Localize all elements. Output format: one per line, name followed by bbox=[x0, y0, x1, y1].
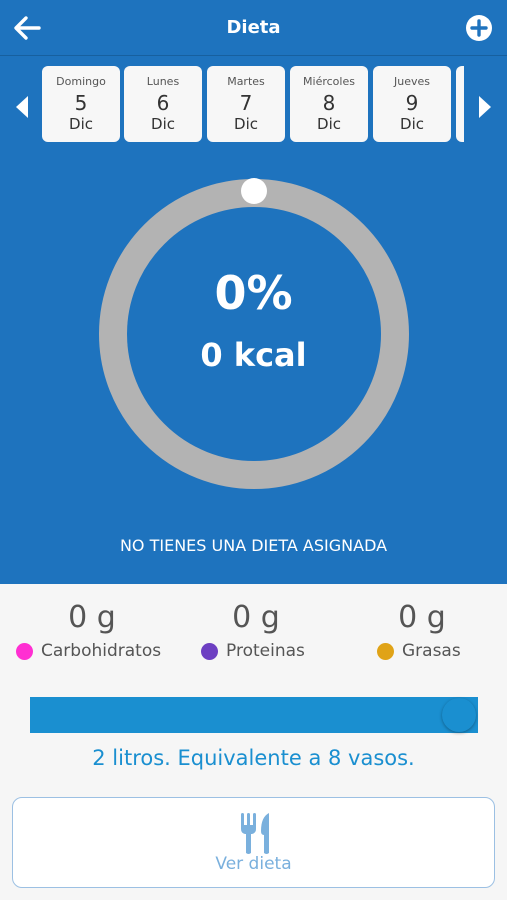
day-selector: Domingo 5 Dic Lunes 6 Dic Martes 7 Dic M… bbox=[40, 66, 464, 144]
view-diet-button[interactable]: Ver dieta bbox=[12, 797, 495, 888]
water-slider-knob[interactable] bbox=[442, 698, 476, 732]
day-name: Domingo bbox=[56, 75, 106, 88]
day-month: Dic bbox=[317, 115, 341, 133]
page-title: Dieta bbox=[226, 17, 281, 38]
view-diet-label: Ver dieta bbox=[215, 854, 292, 874]
carbs-color-dot bbox=[16, 642, 33, 660]
day-number: 7 bbox=[239, 91, 253, 115]
protein-color-dot bbox=[201, 642, 218, 660]
day-card-miercoles[interactable]: Miércoles 8 Dic bbox=[290, 66, 368, 142]
macro-label: Grasas bbox=[377, 641, 467, 661]
day-month: Dic bbox=[234, 115, 258, 133]
macro-label: Proteinas bbox=[201, 641, 311, 661]
macros-summary: 0 g Carbohidratos 0 g Proteinas 0 g Gras… bbox=[0, 600, 507, 670]
app-bar: Dieta bbox=[0, 0, 507, 56]
day-number: 6 bbox=[156, 91, 170, 115]
next-week-arrow[interactable] bbox=[475, 94, 495, 120]
day-name: Martes bbox=[227, 75, 265, 88]
day-card-next-partial[interactable] bbox=[456, 66, 464, 142]
ring-progress-knob bbox=[241, 178, 267, 204]
macro-label: Carbohidratos bbox=[16, 641, 168, 661]
fat-color-dot bbox=[377, 642, 394, 660]
day-card-jueves[interactable]: Jueves 9 Dic bbox=[373, 66, 451, 142]
day-name: Jueves bbox=[394, 75, 430, 88]
plus-circle-icon[interactable] bbox=[465, 14, 493, 42]
calorie-count: 0 kcal bbox=[200, 336, 307, 374]
header-panel: Dieta Domingo 5 Dic Lunes 6 Dic Martes 7… bbox=[0, 0, 507, 584]
macro-proteinas: 0 g Proteinas bbox=[201, 600, 311, 661]
water-intake-text: 2 litros. Equivalente a 8 vasos. bbox=[92, 746, 415, 770]
ring-track bbox=[99, 179, 409, 489]
macro-value: 0 g bbox=[232, 600, 280, 635]
calorie-progress-ring bbox=[99, 178, 409, 489]
macro-value: 0 g bbox=[398, 600, 446, 635]
day-number: 8 bbox=[322, 91, 336, 115]
day-card-lunes[interactable]: Lunes 6 Dic bbox=[124, 66, 202, 142]
day-card-domingo[interactable]: Domingo 5 Dic bbox=[42, 66, 120, 142]
day-name: Lunes bbox=[146, 75, 180, 88]
day-month: Dic bbox=[400, 115, 424, 133]
no-diet-notice: NO TIENES UNA DIETA ASIGNADA bbox=[119, 536, 388, 555]
macro-value: 0 g bbox=[68, 600, 116, 635]
macro-label-text: Proteinas bbox=[226, 641, 305, 661]
macro-label-text: Carbohidratos bbox=[41, 641, 162, 661]
day-number: 5 bbox=[74, 91, 88, 115]
calorie-percent: 0% bbox=[214, 266, 293, 320]
cutlery-icon bbox=[241, 813, 269, 854]
day-month: Dic bbox=[151, 115, 175, 133]
macro-label-text: Grasas bbox=[402, 641, 461, 661]
macro-carbohidratos: 0 g Carbohidratos bbox=[16, 600, 168, 661]
day-name: Miércoles bbox=[303, 75, 355, 88]
water-intake-slider[interactable] bbox=[30, 697, 478, 733]
day-month: Dic bbox=[69, 115, 93, 133]
previous-week-arrow[interactable] bbox=[12, 94, 32, 120]
day-card-martes[interactable]: Martes 7 Dic bbox=[207, 66, 285, 142]
day-number: 9 bbox=[405, 91, 419, 115]
macro-grasas: 0 g Grasas bbox=[377, 600, 467, 661]
